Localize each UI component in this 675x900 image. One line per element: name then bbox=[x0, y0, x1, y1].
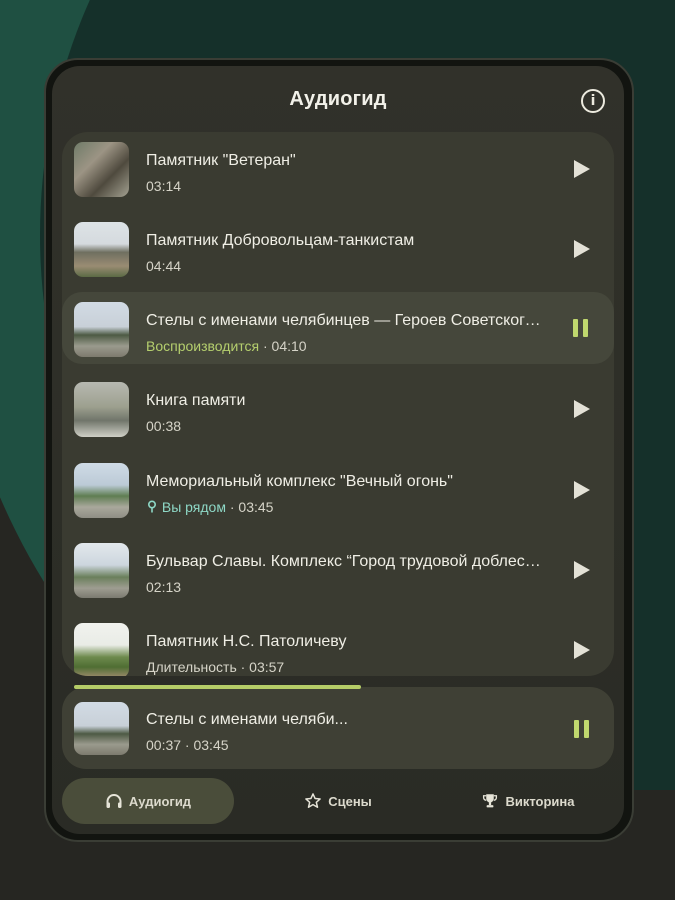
nearby-status: Вы рядом bbox=[161, 499, 226, 515]
play-icon[interactable] bbox=[574, 240, 590, 258]
track-thumbnail bbox=[74, 142, 129, 197]
trophy-icon bbox=[483, 794, 498, 808]
track-duration: · 04:10 bbox=[259, 338, 307, 354]
info-button[interactable]: i bbox=[581, 89, 605, 113]
player-title: Стелы с именами челяби... bbox=[146, 711, 348, 728]
headphones-icon bbox=[106, 794, 122, 808]
track-row[interactable]: Памятник Н.С. Патоличеву Длительность · … bbox=[62, 613, 614, 676]
track-thumbnail bbox=[74, 382, 129, 437]
page-title: Аудиогид bbox=[289, 88, 387, 110]
track-title: Памятник "Ветеран" bbox=[146, 152, 296, 169]
pause-icon[interactable] bbox=[574, 720, 590, 738]
play-icon[interactable] bbox=[574, 481, 590, 499]
tab-scenes[interactable]: Сцены bbox=[252, 778, 424, 824]
tab-quiz[interactable]: Викторина bbox=[442, 778, 614, 824]
track-thumbnail bbox=[74, 222, 129, 277]
track-thumbnail bbox=[74, 623, 129, 676]
mini-player[interactable]: Стелы с именами челяби... 00:37 · 03:45 bbox=[62, 687, 614, 769]
tab-audioguide[interactable]: Аудиогид bbox=[62, 778, 234, 824]
track-duration: 00:38 bbox=[146, 418, 182, 434]
player-thumbnail bbox=[74, 702, 129, 755]
track-thumbnail bbox=[74, 302, 129, 357]
track-row[interactable]: Памятник Добровольцам-танкистам 04:44 bbox=[62, 212, 614, 284]
player-time: 00:37 · 03:45 bbox=[146, 737, 229, 753]
playing-status: Воспроизводится bbox=[146, 338, 260, 354]
track-row[interactable]: Книга памяти 00:38 bbox=[62, 372, 614, 444]
app-screen: Аудиогид i Памятник "Ветеран" 03:14 Памя… bbox=[52, 66, 624, 834]
bottom-navigation: Аудиогид Сцены Викторина bbox=[52, 776, 624, 826]
track-title: Памятник Добровольцам-танкистам bbox=[146, 232, 415, 249]
track-duration: 02:13 bbox=[146, 579, 182, 595]
tab-label: Викторина bbox=[505, 793, 575, 809]
track-row[interactable]: Памятник "Ветеран" 03:14 bbox=[62, 132, 614, 204]
track-title: Памятник Н.С. Патоличеву bbox=[146, 633, 347, 650]
tab-label: Сцены bbox=[328, 793, 372, 809]
track-duration: 04:44 bbox=[146, 258, 182, 274]
pause-icon[interactable] bbox=[573, 319, 589, 337]
track-row[interactable]: Бульвар Славы. Комплекс “Город трудовой … bbox=[62, 533, 614, 605]
track-title: Книга памяти bbox=[146, 392, 246, 409]
track-duration: 03:14 bbox=[146, 178, 182, 194]
track-duration: · 03:45 bbox=[225, 499, 274, 515]
location-pin-icon bbox=[147, 500, 157, 513]
track-status: Вы рядом · 03:45 bbox=[146, 499, 273, 515]
playback-progress[interactable] bbox=[74, 685, 361, 689]
play-icon[interactable] bbox=[574, 561, 590, 579]
track-thumbnail bbox=[74, 543, 129, 598]
tab-label: Аудиогид bbox=[128, 793, 192, 809]
star-icon bbox=[305, 793, 322, 808]
track-list: Памятник "Ветеран" 03:14 Памятник Добров… bbox=[62, 132, 614, 676]
track-duration: Длительность · 03:57 bbox=[146, 659, 285, 675]
track-row-playing[interactable]: Стелы с именами челябинцев — Героев Сове… bbox=[62, 292, 614, 364]
info-icon: i bbox=[590, 93, 596, 109]
play-icon[interactable] bbox=[574, 400, 590, 418]
track-title: Стелы с именами челябинцев — Героев Сове… bbox=[146, 312, 548, 329]
track-thumbnail bbox=[74, 463, 129, 518]
track-row[interactable]: Мемориальный комплекс "Вечный огонь" Вы … bbox=[62, 453, 614, 525]
track-title: Бульвар Славы. Комплекс “Город трудовой … bbox=[146, 553, 544, 570]
play-icon[interactable] bbox=[574, 641, 590, 659]
play-icon[interactable] bbox=[574, 160, 590, 178]
track-title: Мемориальный комплекс "Вечный огонь" bbox=[146, 473, 453, 490]
track-status: Воспроизводится · 04:10 bbox=[146, 338, 307, 354]
